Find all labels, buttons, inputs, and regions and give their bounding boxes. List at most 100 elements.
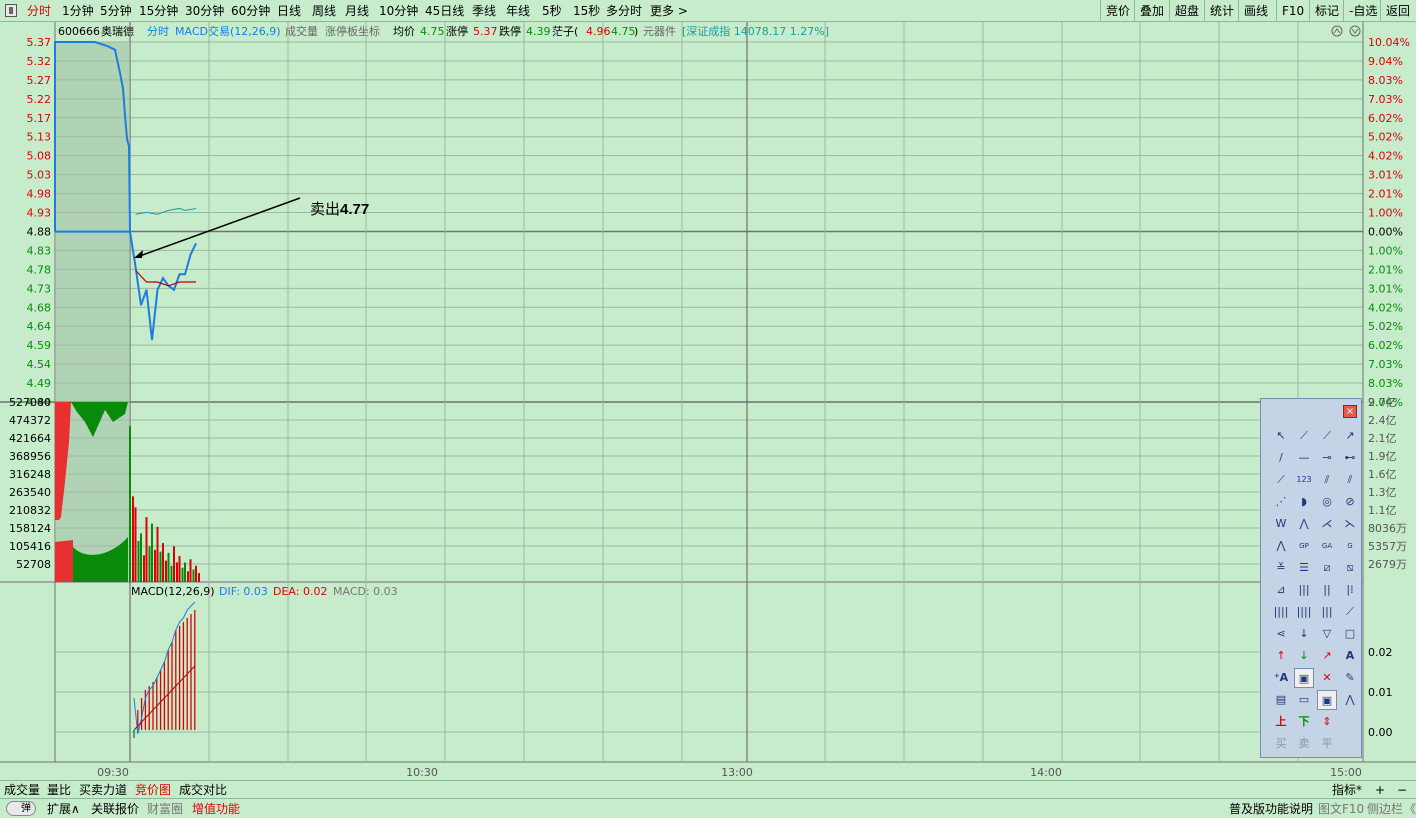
draw-line-button[interactable]: 画线 — [1238, 0, 1273, 22]
stats-button[interactable]: 统计 — [1204, 0, 1239, 22]
fib-fan-icon[interactable]: ≚ — [1271, 558, 1291, 578]
f10-button[interactable]: F10 — [1276, 0, 1309, 22]
tab-volume-ratio[interactable]: 量比 — [47, 781, 71, 799]
drawing-toolbox[interactable]: × ↖ ⟋ ⟋ ↗ / — ⊸ ⊷ ⟋ 123 ⫽ ⫽ ⋰ ◗ ◎ ⊘ W ⋀ … — [1260, 398, 1362, 758]
tab-weekly[interactable]: 周线 — [312, 0, 336, 22]
remove-watchlist-button[interactable]: -自选 — [1343, 0, 1382, 22]
parallel-lines-icon[interactable]: ⫽ — [1317, 470, 1337, 490]
value-added-button[interactable]: 增值功能 — [192, 799, 240, 818]
tab-buy-sell-power[interactable]: 买卖力道 — [79, 781, 127, 799]
horizontal-segment-icon[interactable]: ⊷ — [1340, 448, 1360, 468]
wave-icon[interactable]: ⋋ — [1340, 514, 1360, 534]
up-arrow-icon[interactable]: ↑ — [1271, 646, 1291, 666]
tab-10min[interactable]: 10分钟 — [379, 0, 418, 22]
add-panel-button[interactable]: + — [1375, 781, 1385, 799]
zigzag-icon[interactable]: ⋌ — [1317, 514, 1337, 534]
vertical-grid-icon[interactable]: |||| — [1294, 602, 1314, 622]
triangle-icon[interactable]: ▽ — [1317, 624, 1337, 644]
mark-button[interactable]: 标记 — [1309, 0, 1344, 22]
cycle-icon[interactable]: |⁞ — [1340, 580, 1360, 600]
tab-multi-fenshi[interactable]: 多分时 — [606, 0, 642, 22]
tab-yearly[interactable]: 年线 — [506, 0, 530, 22]
text-box-icon[interactable]: ⁺A — [1271, 668, 1291, 688]
fib-retrace-icon[interactable]: ☰ — [1294, 558, 1314, 578]
tab-45day[interactable]: 45日线 — [425, 0, 464, 22]
horizontal-line-icon[interactable]: — — [1294, 448, 1314, 468]
w-pattern-icon[interactable]: W — [1271, 514, 1291, 534]
gann-fan-icon[interactable]: ⋖ — [1271, 624, 1291, 644]
sidebar-toggle[interactable]: 侧边栏 — [1367, 799, 1403, 818]
vertical-lines-icon[interactable]: |||| — [1271, 602, 1291, 622]
note-icon[interactable]: ▤ — [1271, 690, 1291, 710]
curve-icon[interactable]: ⋀ — [1340, 690, 1360, 710]
intraday-chart[interactable]: 600666 奥瑞德 分时 MACD交易(12,26,9) 成交量 涨停板坐标 … — [0, 22, 1416, 780]
indicator-menu[interactable]: 指标* — [1332, 781, 1362, 799]
speed-line-icon[interactable]: ⟋ — [1340, 602, 1360, 622]
tab-5sec[interactable]: 5秒 — [542, 0, 562, 22]
version-help-link[interactable]: 普及版功能说明 — [1229, 799, 1313, 818]
eraser-icon[interactable]: ✎ — [1340, 668, 1360, 688]
signal-icon[interactable]: ⇕ — [1317, 712, 1337, 732]
ruler-icon[interactable]: ▭ — [1294, 690, 1314, 710]
back-button[interactable]: 返回 — [1380, 0, 1415, 22]
tab-daily[interactable]: 日线 — [277, 0, 301, 22]
ray-icon[interactable]: ⟋ — [1317, 426, 1337, 446]
close-position-button[interactable]: 平 — [1317, 734, 1337, 754]
line-segment-icon[interactable]: ⟋ — [1294, 426, 1314, 446]
indicator-name[interactable]: MACD交易(12,26,9) — [175, 24, 281, 38]
wealth-circle-button[interactable]: 财富圈 — [147, 799, 183, 818]
cursor-icon[interactable]: ↖ — [1271, 426, 1291, 446]
tab-auction-chart[interactable]: 竞价图 — [135, 781, 171, 799]
tab-1min[interactable]: 1分钟 — [62, 0, 94, 22]
dashed-line-icon[interactable]: ⋰ — [1271, 492, 1291, 512]
diagonal-arrow-icon[interactable]: ↗ — [1317, 646, 1337, 666]
f10-graphic-link[interactable]: 图文F10 — [1318, 799, 1364, 818]
arrow-line-icon[interactable]: ↗ — [1340, 426, 1360, 446]
tab-monthly[interactable]: 月线 — [345, 0, 369, 22]
tab-15sec[interactable]: 15秒 — [573, 0, 600, 22]
ellipse-icon[interactable]: ⊘ — [1340, 492, 1360, 512]
wave-count-icon[interactable]: 123 — [1294, 470, 1314, 490]
auction-button[interactable]: 竞价 — [1100, 0, 1135, 22]
up-mark-icon[interactable]: 上 — [1271, 712, 1291, 732]
tab-volume-compare[interactable]: 成交对比 — [179, 781, 227, 799]
more-menu[interactable]: 更多 > — [650, 0, 688, 22]
delete-icon[interactable]: ✕ — [1317, 668, 1337, 688]
down-arrow-icon[interactable]: ↓ — [1294, 624, 1314, 644]
down-arrow-mark-icon[interactable]: ↓ — [1294, 646, 1314, 666]
straight-line-icon[interactable]: / — [1271, 448, 1291, 468]
overlay-button[interactable]: 叠加 — [1134, 0, 1169, 22]
sell-button[interactable]: 卖 — [1294, 734, 1314, 754]
range-icon[interactable]: ⊿ — [1271, 580, 1291, 600]
scroll-up-icon[interactable] — [1331, 25, 1343, 37]
trend-line-icon[interactable]: ⟋ — [1271, 470, 1291, 490]
gann-box-icon[interactable]: ⧄ — [1317, 558, 1337, 578]
related-quotes-button[interactable]: 关联报价 — [91, 799, 139, 818]
close-icon[interactable]: × — [1343, 405, 1357, 418]
sell-annotation[interactable]: 卖出4.77 — [134, 197, 369, 258]
horizontal-ray-icon[interactable]: ⊸ — [1317, 448, 1337, 468]
rectangle-icon[interactable]: □ — [1340, 624, 1360, 644]
buy-button[interactable]: 买 — [1271, 734, 1291, 754]
fib-time-icon[interactable]: || — [1317, 580, 1337, 600]
g-icon[interactable]: G — [1340, 536, 1360, 556]
arc-icon[interactable]: ◗ — [1294, 492, 1314, 512]
tab-30min[interactable]: 30分钟 — [185, 0, 224, 22]
tab-60min[interactable]: 60分钟 — [231, 0, 270, 22]
tab-fenshi[interactable]: 分时 — [27, 0, 51, 22]
bars-icon[interactable]: ||| — [1317, 602, 1337, 622]
expand-button[interactable]: 扩展∧ — [47, 799, 80, 818]
screen-icon[interactable]: ▣ — [1317, 690, 1337, 710]
ga-icon[interactable]: GA — [1317, 536, 1337, 556]
scroll-down-icon[interactable] — [1349, 25, 1361, 37]
m-pattern-icon[interactable]: ⋀ — [1294, 514, 1314, 534]
remove-panel-button[interactable]: − — [1397, 781, 1407, 799]
text-tool-icon[interactable]: A — [1340, 646, 1360, 666]
tab-quarterly[interactable]: 季线 — [472, 0, 496, 22]
popup-toggle[interactable]: 弹 — [6, 801, 36, 816]
tab-15min[interactable]: 15分钟 — [139, 0, 178, 22]
collapse-icon[interactable]: 《 — [1404, 799, 1416, 818]
tab-volume[interactable]: 成交量 — [4, 781, 40, 799]
gann-grid-icon[interactable]: ⧅ — [1340, 558, 1360, 578]
super-button[interactable]: 超盘 — [1169, 0, 1204, 22]
